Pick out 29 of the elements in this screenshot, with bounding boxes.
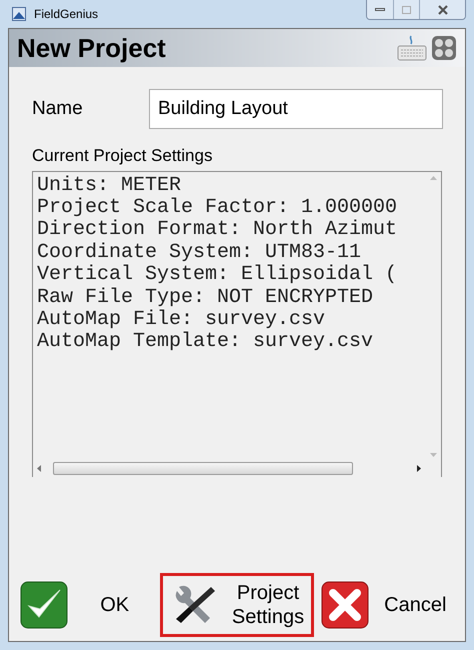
settings-line: Coordinate System: UTM83-11 xyxy=(37,242,362,264)
cancel-button[interactable]: Cancel xyxy=(314,573,461,637)
minimize-button[interactable] xyxy=(367,0,394,19)
scroll-right-icon xyxy=(417,465,421,472)
scroll-down-icon xyxy=(430,452,436,456)
close-icon xyxy=(436,4,448,14)
window-title: FieldGenius xyxy=(34,6,98,23)
scroll-up-icon xyxy=(430,176,436,180)
x-mark-icon xyxy=(320,581,369,629)
scroll-thumb[interactable] xyxy=(53,462,353,475)
settings-line: Raw File Type: NOT ENCRYPTED xyxy=(37,286,374,309)
settings-line: Direction Format: North Azimut xyxy=(37,219,398,242)
app-icon xyxy=(12,7,26,21)
checkmark-icon xyxy=(20,581,68,629)
ok-button[interactable]: OK xyxy=(13,573,160,637)
page-title: New Project xyxy=(17,32,166,64)
keyboard-icon xyxy=(397,34,427,62)
name-label: Name xyxy=(32,96,84,121)
settings-line: Units: METER xyxy=(37,174,182,197)
settings-line: AutoMap File: survey.csv xyxy=(37,308,326,332)
settings-label: Current Project Settings xyxy=(32,145,214,167)
calculator-icon xyxy=(431,35,457,61)
settings-line: AutoMap Template: survey.csv xyxy=(37,331,374,354)
close-button[interactable] xyxy=(420,0,465,19)
project-settings-button[interactable]: Project Settings xyxy=(160,573,314,637)
scroll-left-icon xyxy=(37,465,41,472)
settings-line: Project Scale Factor: 1.000000 xyxy=(37,196,398,220)
name-field[interactable]: Building Layout xyxy=(149,89,443,129)
settings-line: Vertical System: Ellipsoidal ( xyxy=(37,264,398,287)
